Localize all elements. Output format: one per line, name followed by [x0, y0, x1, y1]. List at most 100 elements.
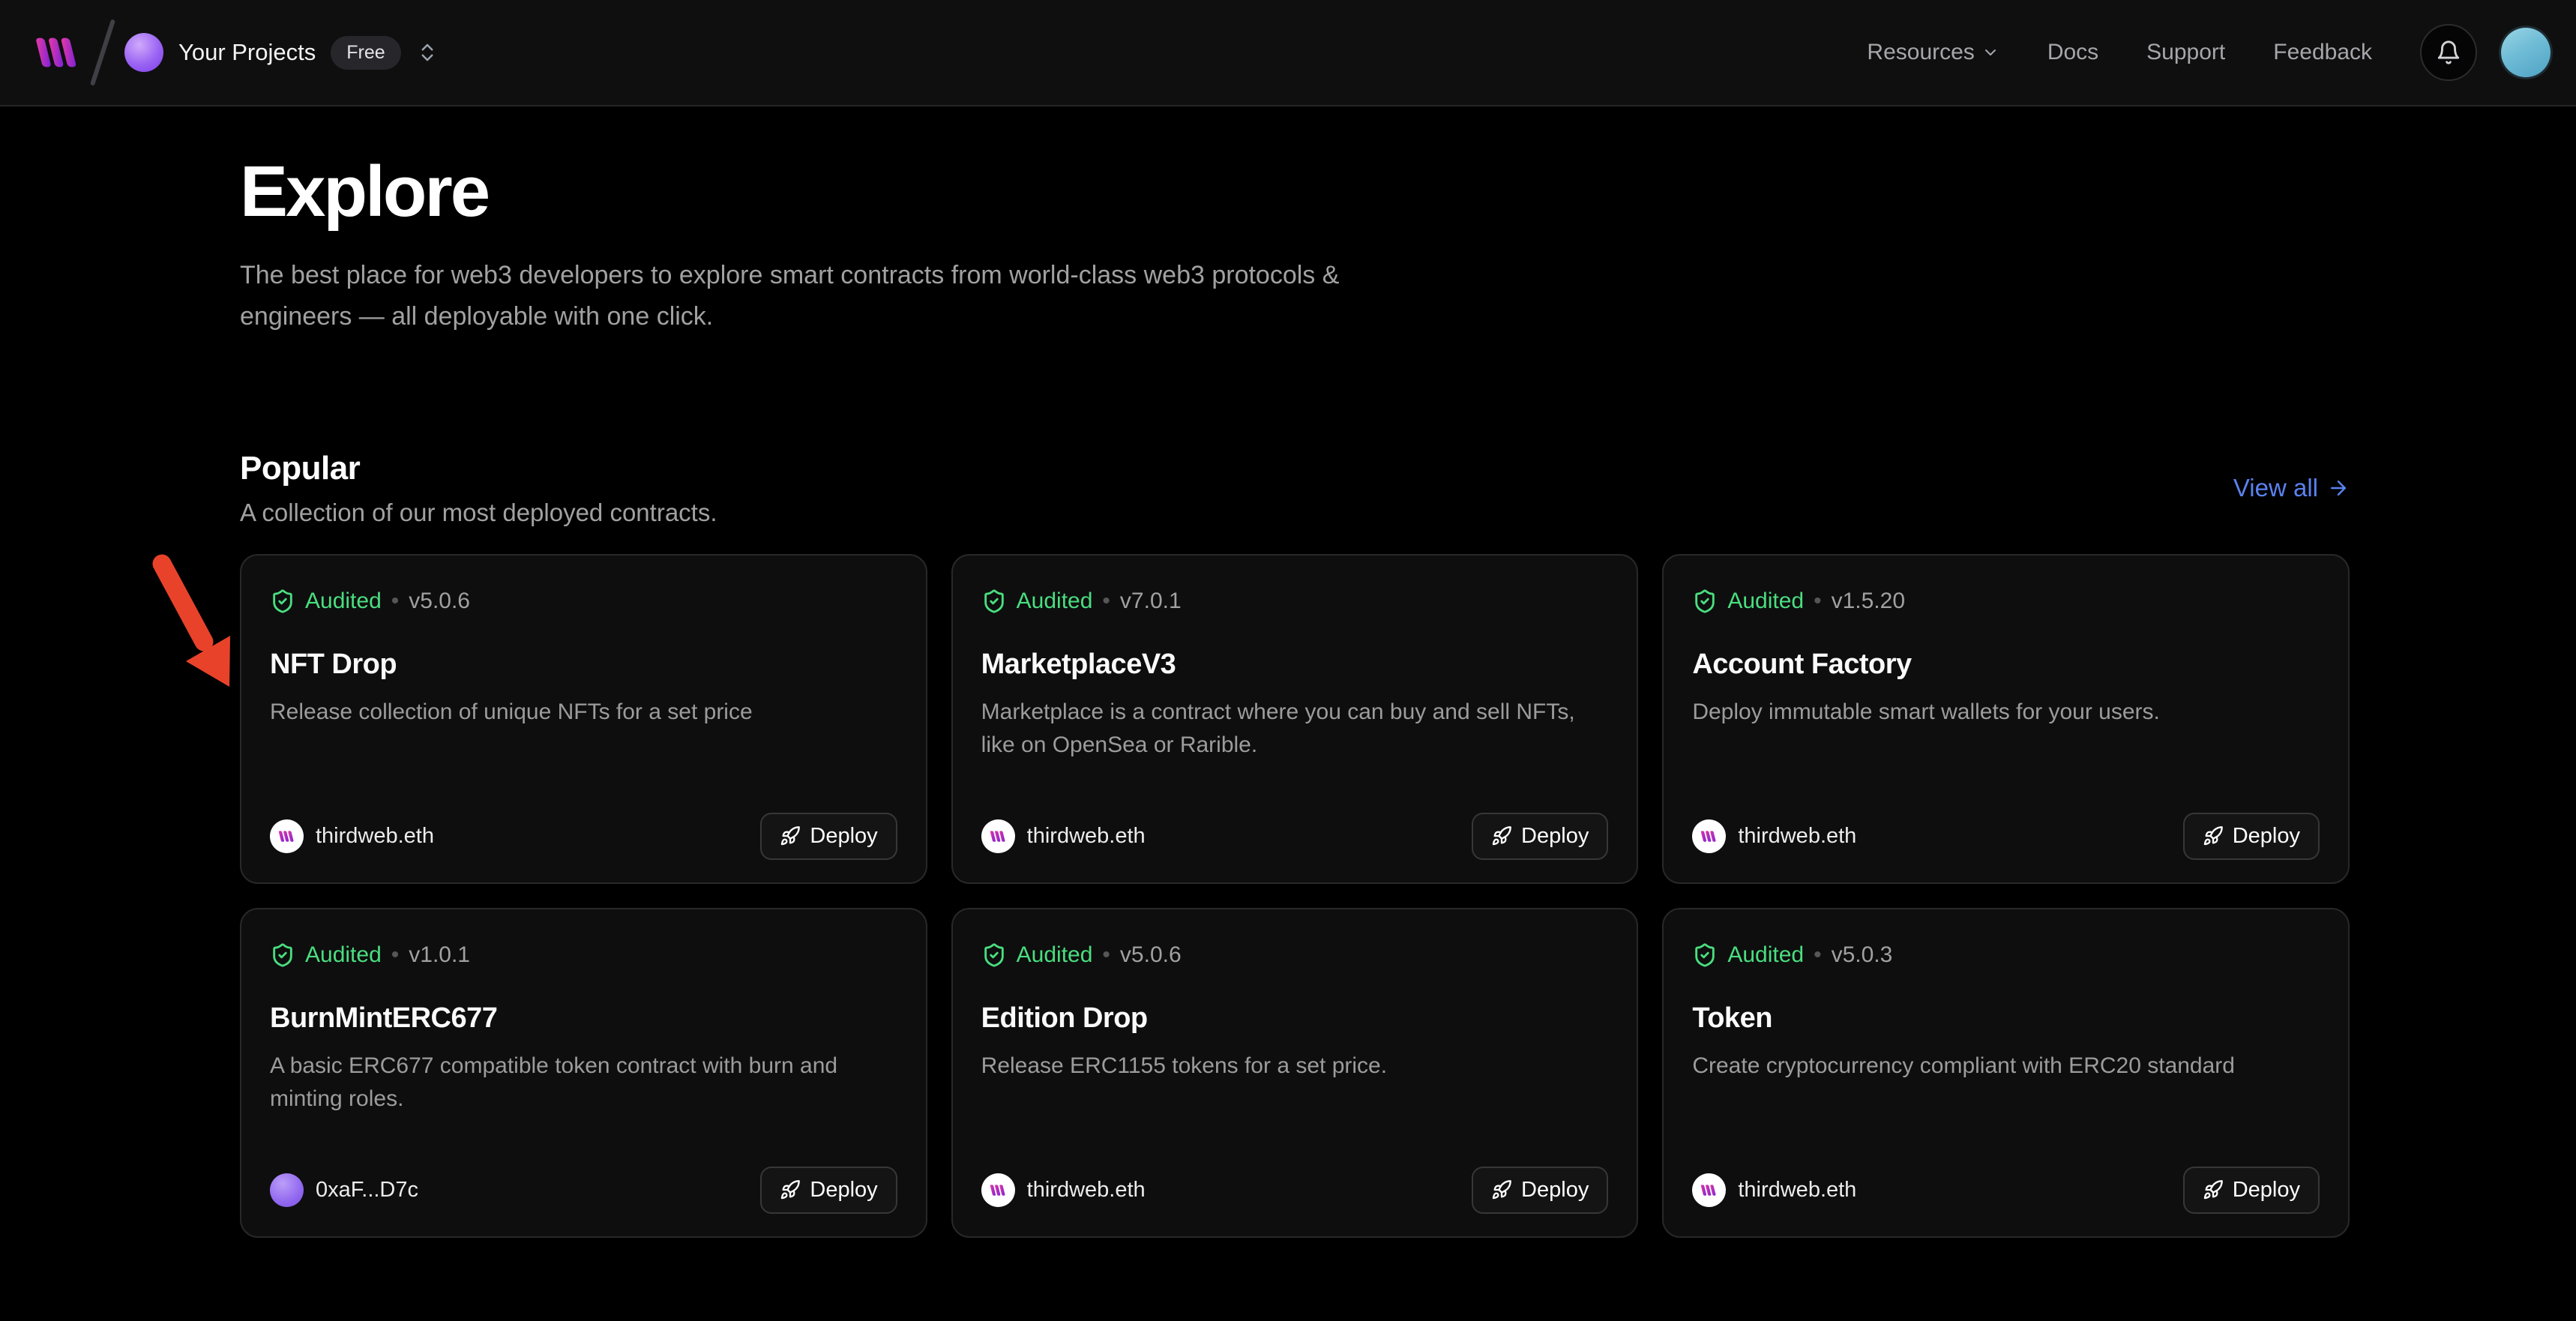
deploy-button[interactable]: Deploy	[1472, 813, 1608, 860]
dot-separator: •	[1102, 942, 1110, 968]
popular-heading-group: Popular A collection of our most deploye…	[240, 450, 717, 527]
rocket-icon	[780, 1179, 801, 1200]
version-label: v1.5.20	[1832, 589, 1905, 614]
contract-card-marketplacev3[interactable]: Audited • v7.0.1 MarketplaceV3 Marketpla…	[951, 554, 1639, 884]
contracts-grid: Audited • v5.0.6 NFT Drop Release collec…	[240, 554, 2350, 1238]
view-all-label: View all	[2233, 474, 2318, 502]
navbar-left: Your Projects Free	[34, 18, 439, 87]
publisher-avatar	[981, 819, 1015, 853]
deploy-button[interactable]: Deploy	[1472, 1167, 1608, 1214]
card-footer: thirdweb.eth Deploy	[1692, 813, 2320, 860]
publisher-name: thirdweb.eth	[1738, 1178, 1856, 1203]
navbar-right: Resources Docs Support Feedback	[1867, 24, 2551, 81]
dot-separator: •	[391, 942, 400, 968]
card-footer: thirdweb.eth Deploy	[981, 1167, 1609, 1214]
card-footer: thirdweb.eth Deploy	[981, 813, 1609, 860]
version-label: v5.0.6	[1120, 942, 1182, 968]
deploy-button[interactable]: Deploy	[2183, 813, 2320, 860]
deploy-button[interactable]: Deploy	[2183, 1167, 2320, 1214]
popular-description: A collection of our most deployed contra…	[240, 499, 717, 527]
project-avatar	[124, 33, 163, 72]
contract-card-burnminterc677[interactable]: Audited • v1.0.1 BurnMintERC677 A basic …	[240, 908, 927, 1238]
publisher-name: thirdweb.eth	[1738, 824, 1856, 849]
contract-title: Edition Drop	[981, 1002, 1609, 1035]
publisher[interactable]: thirdweb.eth	[1692, 819, 1856, 853]
contract-card-account-factory[interactable]: Audited • v1.5.20 Account Factory Deploy…	[1662, 554, 2350, 884]
deploy-label: Deploy	[810, 824, 877, 849]
rocket-icon	[2203, 825, 2224, 846]
dot-separator: •	[1814, 942, 1822, 968]
nav-link-feedback[interactable]: Feedback	[2273, 40, 2372, 65]
main-content: Explore The best place for web3 develope…	[0, 153, 2576, 1238]
publisher-name: thirdweb.eth	[1027, 1178, 1146, 1203]
version-label: v5.0.3	[1832, 942, 1893, 968]
publisher[interactable]: thirdweb.eth	[270, 819, 434, 853]
deploy-label: Deploy	[2233, 1178, 2300, 1203]
version-label: v7.0.1	[1120, 589, 1182, 614]
shield-check-icon	[1692, 942, 1718, 968]
thirdweb-logo-icon[interactable]	[34, 35, 81, 70]
view-all-link[interactable]: View all	[2233, 474, 2350, 502]
chevrons-up-down-icon[interactable]	[416, 41, 439, 64]
deploy-label: Deploy	[2233, 824, 2300, 849]
publisher-name: thirdweb.eth	[316, 824, 434, 849]
shield-check-icon	[981, 942, 1007, 968]
contract-title: MarketplaceV3	[981, 649, 1609, 681]
audited-label: Audited	[305, 942, 382, 968]
contract-title: Token	[1692, 1002, 2320, 1035]
rocket-icon	[2203, 1179, 2224, 1200]
audited-label: Audited	[1017, 589, 1093, 614]
publisher[interactable]: 0xaF...D7c	[270, 1173, 418, 1207]
shield-check-icon	[1692, 589, 1718, 614]
version-label: v5.0.6	[409, 589, 470, 614]
publisher-avatar	[270, 1173, 304, 1207]
badge-row: Audited • v5.0.3	[1692, 942, 2320, 968]
nav-link-docs[interactable]: Docs	[2047, 40, 2098, 65]
publisher-name: thirdweb.eth	[1027, 824, 1146, 849]
audited-label: Audited	[1727, 589, 1804, 614]
dot-separator: •	[391, 589, 400, 614]
shield-check-icon	[270, 942, 295, 968]
project-name: Your Projects	[178, 39, 316, 66]
shield-check-icon	[981, 589, 1007, 614]
contract-description: Release ERC1155 tokens for a set price.	[981, 1050, 1609, 1083]
top-navbar: Your Projects Free Resources Docs Suppor…	[0, 0, 2576, 106]
badge-row: Audited • v1.0.1	[270, 942, 897, 968]
deploy-label: Deploy	[810, 1178, 877, 1203]
deploy-button[interactable]: Deploy	[760, 1167, 897, 1214]
bell-icon	[2436, 40, 2461, 65]
contract-title: Account Factory	[1692, 649, 2320, 681]
nav-link-support[interactable]: Support	[2146, 40, 2225, 65]
deploy-label: Deploy	[1521, 824, 1589, 849]
contract-title: BurnMintERC677	[270, 1002, 897, 1035]
nav-link-resources-label: Resources	[1867, 40, 1974, 65]
audited-label: Audited	[305, 589, 382, 614]
publisher[interactable]: thirdweb.eth	[1692, 1173, 1856, 1207]
contract-description: Create cryptocurrency compliant with ERC…	[1692, 1050, 2320, 1083]
card-footer: thirdweb.eth Deploy	[270, 813, 897, 860]
shield-check-icon	[270, 589, 295, 614]
version-label: v1.0.1	[409, 942, 470, 968]
page-subtitle: The best place for web3 developers to ex…	[240, 255, 1364, 337]
publisher[interactable]: thirdweb.eth	[981, 1173, 1146, 1207]
publisher[interactable]: thirdweb.eth	[981, 819, 1146, 853]
publisher-avatar	[1692, 1173, 1726, 1207]
audited-label: Audited	[1017, 942, 1093, 968]
deploy-button[interactable]: Deploy	[760, 813, 897, 860]
publisher-avatar	[270, 819, 304, 853]
contract-card-token[interactable]: Audited • v5.0.3 Token Create cryptocurr…	[1662, 908, 2350, 1238]
contract-card-nft-drop[interactable]: Audited • v5.0.6 NFT Drop Release collec…	[240, 554, 927, 884]
publisher-avatar	[981, 1173, 1015, 1207]
contract-card-edition-drop[interactable]: Audited • v5.0.6 Edition Drop Release ER…	[951, 908, 1639, 1238]
nav-link-resources[interactable]: Resources	[1867, 40, 1999, 65]
plan-badge: Free	[331, 36, 400, 70]
badge-row: Audited • v1.5.20	[1692, 589, 2320, 614]
arrow-right-icon	[2327, 477, 2350, 499]
project-switcher[interactable]: Your Projects Free	[124, 33, 439, 72]
badge-row: Audited • v7.0.1	[981, 589, 1609, 614]
rocket-icon	[1491, 1179, 1512, 1200]
account-avatar[interactable]	[2501, 28, 2551, 77]
contract-title: NFT Drop	[270, 649, 897, 681]
dot-separator: •	[1102, 589, 1110, 614]
notifications-button[interactable]	[2420, 24, 2477, 81]
